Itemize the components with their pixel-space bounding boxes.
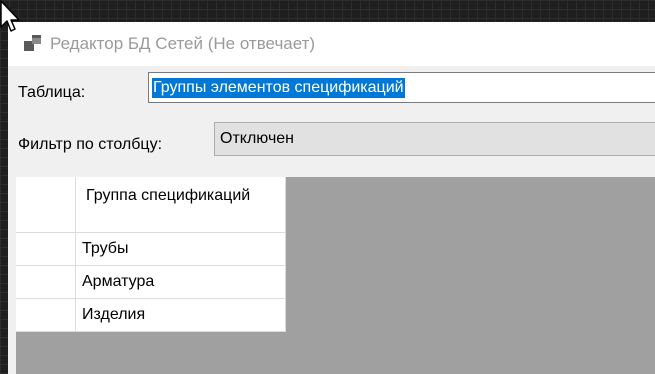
app-window: Редактор БД Сетей (Не отвечает) Таблица:… xyxy=(8,22,655,374)
table-row-cell[interactable]: Трубы xyxy=(76,233,286,266)
row-header[interactable] xyxy=(16,233,76,266)
row-header[interactable] xyxy=(16,299,76,332)
row-header[interactable] xyxy=(16,266,76,299)
table-row-cell[interactable]: Арматура xyxy=(76,266,286,299)
mouse-pointer-icon xyxy=(0,0,20,32)
table-row-cell[interactable]: Изделия xyxy=(76,299,286,332)
table-name-input[interactable]: Группы элементов спецификаций xyxy=(148,72,655,103)
desktop-background-left xyxy=(0,22,8,374)
database-app-icon xyxy=(24,35,41,51)
data-grid-content: Группа спецификаций Трубы Арматура Издел… xyxy=(16,177,286,332)
table-label: Таблица: xyxy=(18,84,86,101)
grid-corner-cell[interactable] xyxy=(16,177,76,233)
filter-selected-value: Отключен xyxy=(220,130,295,147)
title-bar[interactable]: Редактор БД Сетей (Не отвечает) xyxy=(8,22,655,66)
filter-label: Фильтр по столбцу: xyxy=(18,136,163,153)
data-grid[interactable]: Группа спецификаций Трубы Арматура Издел… xyxy=(16,177,655,374)
client-area: Таблица: Группы элементов спецификаций Ф… xyxy=(8,66,655,374)
desktop-background xyxy=(0,0,655,22)
filter-column-dropdown[interactable]: Отключен xyxy=(214,122,655,156)
window-title: Редактор БД Сетей (Не отвечает) xyxy=(50,34,316,53)
column-header-spec-group[interactable]: Группа спецификаций xyxy=(76,177,286,233)
table-name-selected-text[interactable]: Группы элементов спецификаций xyxy=(152,78,405,98)
